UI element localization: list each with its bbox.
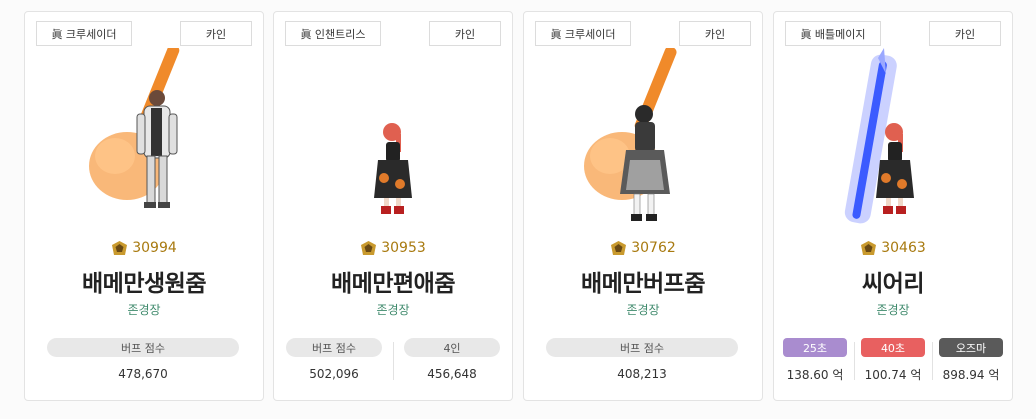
fame-value: 30463 xyxy=(881,240,926,256)
damage-25s-label: 25초 xyxy=(783,338,847,357)
character-title: 존경장 xyxy=(127,303,161,317)
fame-medal-icon xyxy=(112,241,128,255)
fame-score: 30463 xyxy=(774,240,1012,256)
party-buff-value: 456,648 xyxy=(427,367,477,381)
job-tag: 眞 크루세이더 xyxy=(535,21,631,46)
character-avatar xyxy=(844,48,914,224)
fame-medal-icon xyxy=(611,241,627,255)
character-title: 존경장 xyxy=(626,303,660,317)
character-avatar xyxy=(374,123,412,214)
damage-25s-value: 138.60 억 xyxy=(786,368,844,382)
character-card[interactable]: 眞 크루세이더 카인 30994 배메만생원줌 존경장 버프 점수 478,67… xyxy=(24,11,264,401)
character-name: 배메만생원줌 xyxy=(82,271,206,297)
buff-score-value: 478,670 xyxy=(118,367,168,381)
damage-ozma-label: 오즈마 xyxy=(939,338,1003,357)
damage-ozma-value: 898.94 억 xyxy=(942,368,1000,382)
character-name: 배메만편애줌 xyxy=(331,271,455,297)
buff-score-label: 버프 점수 xyxy=(546,338,738,357)
buff-score-value: 408,213 xyxy=(617,367,667,381)
party-buff-label: 4인 xyxy=(404,338,500,357)
character-name: 배메만버프줌 xyxy=(581,271,705,297)
character-card[interactable]: 眞 인챈트리스 카인 30953 배메만편애줌 존경장 버프 점수 502,09… xyxy=(273,11,513,401)
server-tag: 카인 xyxy=(429,21,501,46)
fame-score: 30994 xyxy=(25,240,263,256)
fame-score: 30953 xyxy=(274,240,512,256)
fame-score: 30762 xyxy=(524,240,762,256)
fame-medal-icon xyxy=(861,241,877,255)
divider xyxy=(393,342,394,380)
character-card[interactable]: 眞 크루세이더 카인 30762 배메만버프줌 존경장 버프 점수 408,21… xyxy=(523,11,763,401)
character-name: 씨어리 xyxy=(862,271,924,297)
character-title: 존경장 xyxy=(876,303,910,317)
fame-value: 30953 xyxy=(381,240,426,256)
fame-medal-icon xyxy=(361,241,377,255)
job-tag: 眞 인챈트리스 xyxy=(285,21,381,46)
server-tag: 카인 xyxy=(679,21,751,46)
job-tag: 眞 배틀메이지 xyxy=(785,21,881,46)
fame-value: 30762 xyxy=(631,240,676,256)
damage-40s-label: 40초 xyxy=(861,338,925,357)
job-tag: 眞 크루세이더 xyxy=(36,21,132,46)
buff-score-label: 버프 점수 xyxy=(286,338,382,357)
server-tag: 카인 xyxy=(180,21,252,46)
buff-score-value: 502,096 xyxy=(309,367,359,381)
character-avatar xyxy=(584,48,677,221)
character-avatar xyxy=(89,48,180,208)
damage-40s-value: 100.74 억 xyxy=(864,368,922,382)
character-card-list: 眞 크루세이더 카인 30994 배메만생원줌 존경장 버프 점수 478,67… xyxy=(0,0,1036,419)
fame-value: 30994 xyxy=(132,240,177,256)
buff-score-label: 버프 점수 xyxy=(47,338,239,357)
character-title: 존경장 xyxy=(376,303,410,317)
character-card[interactable]: 眞 배틀메이지 카인 30463 씨어리 존경장 25초 138.60 억 40… xyxy=(773,11,1013,401)
server-tag: 카인 xyxy=(929,21,1001,46)
